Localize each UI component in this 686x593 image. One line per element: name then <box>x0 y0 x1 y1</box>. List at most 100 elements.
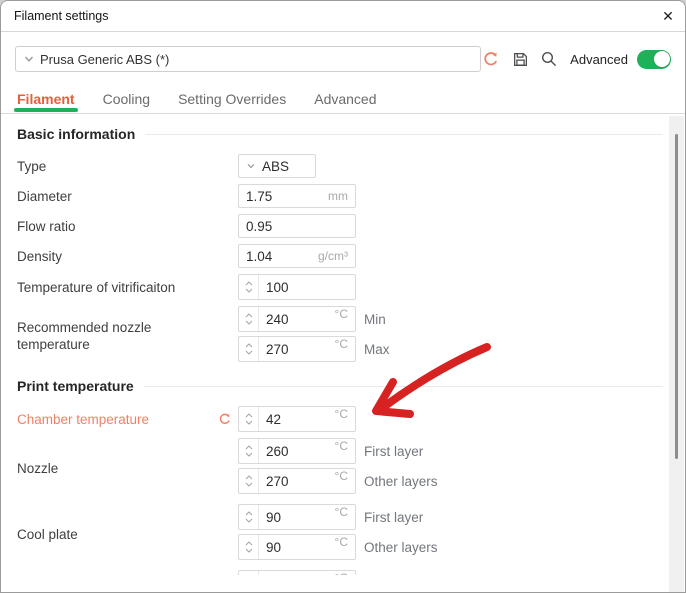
chevron-down-icon <box>245 160 257 172</box>
spinner-buttons[interactable] <box>239 407 259 431</box>
scrollbar[interactable] <box>669 116 684 592</box>
close-button[interactable]: ✕ <box>651 1 685 31</box>
flow-ratio-input[interactable] <box>238 214 356 238</box>
diameter-value[interactable] <box>239 189 328 204</box>
spinner-buttons[interactable] <box>239 439 259 463</box>
diameter-input[interactable]: mm <box>238 184 356 208</box>
spin-down-icon <box>245 288 253 293</box>
tab-setting-overrides[interactable]: Setting Overrides <box>178 84 286 113</box>
spinner-buttons[interactable] <box>239 469 259 493</box>
active-tab-underline <box>14 108 78 112</box>
tab-label: Advanced <box>314 91 376 107</box>
unit-label: °C <box>335 337 355 361</box>
nozzle-temp-max-input[interactable]: °C <box>238 336 356 362</box>
input-suffix: Other layers <box>364 474 438 489</box>
tab-label: Cooling <box>103 91 150 107</box>
tab-label: Filament <box>17 91 75 107</box>
setting-label: Density <box>17 248 238 265</box>
preset-combobox[interactable]: Prusa Generic ABS (*) <box>15 46 481 72</box>
dialog-title: Filament settings <box>1 9 108 23</box>
advanced-label: Advanced <box>570 52 628 67</box>
vitrification-temperature-value[interactable] <box>259 275 348 299</box>
nozzle-other-layers-input[interactable]: °C <box>238 468 356 494</box>
tab-filament[interactable]: Filament <box>17 84 75 113</box>
input-suffix: Other layers <box>364 540 438 555</box>
setting-label: Flow ratio <box>17 218 238 235</box>
section-basic-information: Basic information <box>17 126 663 142</box>
spinner-buttons[interactable] <box>239 275 259 299</box>
spin-down-icon <box>245 548 253 553</box>
nozzle-first-layer-input[interactable]: °C <box>238 438 356 464</box>
scrollbar-thumb[interactable] <box>675 134 678 459</box>
density-input[interactable]: g/cm³ <box>238 244 356 268</box>
unit-label: °C <box>335 535 355 559</box>
section-title: Print temperature <box>17 378 134 394</box>
spinner-buttons[interactable] <box>239 307 259 331</box>
chamber-temperature-input[interactable]: °C <box>238 406 356 432</box>
reset-to-default-button[interactable] <box>218 412 232 426</box>
close-icon: ✕ <box>662 8 674 25</box>
nozzle-other-layers-value[interactable] <box>259 469 335 493</box>
tab-bar: Filament Cooling Setting Overrides Advan… <box>1 84 685 114</box>
nozzle-temp-max-value[interactable] <box>259 337 335 361</box>
cool-plate-other-layers-value[interactable] <box>259 535 335 559</box>
section-title: Basic information <box>17 126 135 142</box>
nozzle-temp-min-value[interactable] <box>259 307 335 331</box>
setting-label: Diameter <box>17 188 238 205</box>
section-divider <box>144 386 663 387</box>
engineering-plate-first-layer-value[interactable] <box>259 571 335 575</box>
spin-up-icon <box>245 445 253 450</box>
cool-plate-other-layers-input[interactable]: °C <box>238 534 356 560</box>
search-button[interactable] <box>539 49 559 69</box>
type-select-value: ABS <box>262 159 289 174</box>
input-suffix: First layer <box>364 510 423 525</box>
spin-down-icon <box>245 320 253 325</box>
spinner-buttons[interactable] <box>239 337 259 361</box>
cool-plate-first-layer-input[interactable]: °C <box>238 504 356 530</box>
nozzle-temp-min-input[interactable]: °C <box>238 306 356 332</box>
search-icon <box>540 50 558 68</box>
input-suffix: Max <box>364 342 390 357</box>
spinner-buttons[interactable] <box>239 535 259 559</box>
setting-label-modified: Chamber temperature <box>17 411 238 428</box>
save-preset-button[interactable] <box>510 49 530 69</box>
nozzle-first-layer-value[interactable] <box>259 439 335 463</box>
unit-label: °C <box>335 307 355 331</box>
density-value[interactable] <box>239 249 318 264</box>
row-flow-ratio: Flow ratio <box>17 214 663 238</box>
section-print-temperature: Print temperature <box>17 378 663 394</box>
row-type: Type ABS <box>17 154 663 178</box>
row-diameter: Diameter mm <box>17 184 663 208</box>
toggle-knob <box>654 51 670 67</box>
setting-label: Nozzle <box>17 460 238 477</box>
chamber-temperature-value[interactable] <box>259 407 335 431</box>
spinner-buttons[interactable] <box>239 571 259 575</box>
title-bar: Filament settings ✕ <box>1 1 685 32</box>
unit-label: mm <box>328 189 355 203</box>
flow-ratio-value[interactable] <box>239 219 348 234</box>
row-nozzle: Nozzle °C First layer <box>17 438 663 498</box>
chevron-down-icon <box>22 52 36 66</box>
spin-down-icon <box>245 350 253 355</box>
vitrification-temperature-input[interactable] <box>238 274 356 300</box>
spinner-buttons[interactable] <box>239 505 259 529</box>
filament-settings-dialog: Filament settings ✕ Prusa Generic ABS (*… <box>0 0 686 593</box>
spin-up-icon <box>245 281 253 286</box>
row-engineering-plate: Engineering plate °C First layer <box>17 570 663 575</box>
engineering-plate-first-layer-input[interactable]: °C <box>238 570 356 575</box>
advanced-toggle[interactable] <box>637 50 671 69</box>
unit-label: g/cm³ <box>318 249 355 263</box>
tab-advanced[interactable]: Advanced <box>314 84 376 113</box>
cool-plate-first-layer-value[interactable] <box>259 505 335 529</box>
spin-up-icon <box>245 541 253 546</box>
spin-up-icon <box>245 413 253 418</box>
type-select[interactable]: ABS <box>238 154 316 178</box>
settings-panel: Basic information Type ABS Diameter mm <box>1 114 685 575</box>
input-suffix: Min <box>364 312 386 327</box>
revert-preset-button[interactable] <box>481 49 501 69</box>
spin-up-icon <box>245 343 253 348</box>
unit-label: °C <box>335 571 355 575</box>
tab-cooling[interactable]: Cooling <box>103 84 150 113</box>
row-chamber-temperature: Chamber temperature °C <box>17 406 663 432</box>
preset-name: Prusa Generic ABS (*) <box>40 52 169 67</box>
